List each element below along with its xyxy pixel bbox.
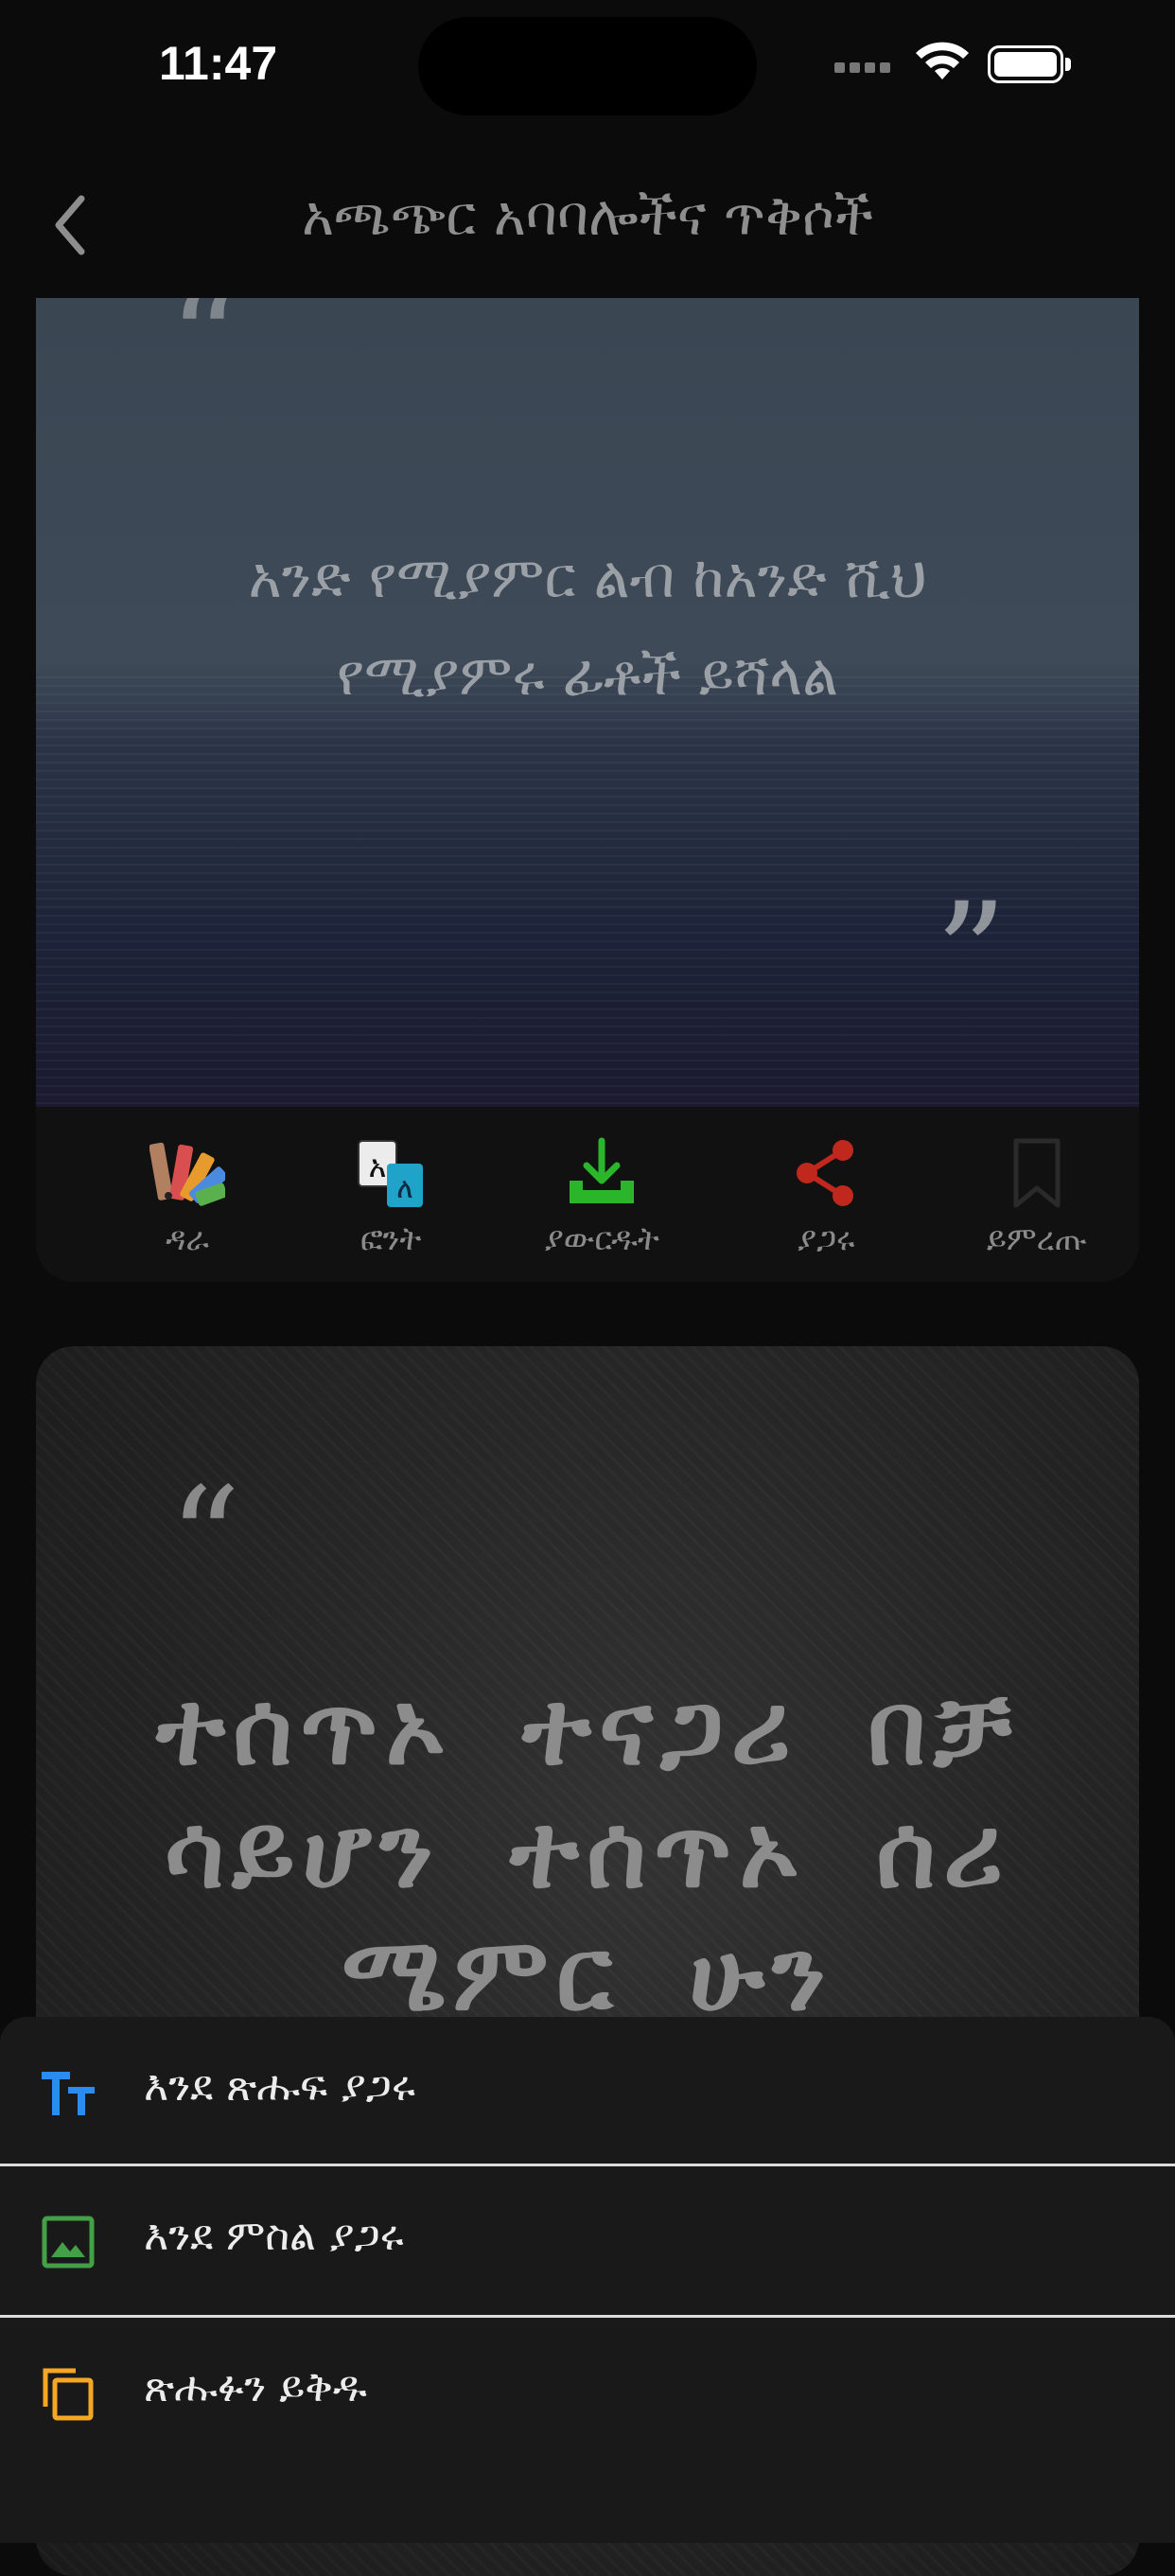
chevron-left-icon <box>55 195 85 255</box>
palette-icon <box>149 1142 225 1206</box>
battery-icon <box>988 45 1071 83</box>
share-as-text-label: እንደ ጽሑፍ ያጋሩ <box>144 2062 415 2111</box>
copy-text-option[interactable]: ጽሑፉን ይቅዱ <box>0 2318 1175 2467</box>
font-button[interactable]: አ ለ ፎንት <box>287 1107 495 1282</box>
background-button[interactable]: ዳራ <box>83 1107 291 1282</box>
quote-text: ተሰጥኦ ተናጋሪ በቻ ሳይሆን ተሰጥኦ ሰሪ ሜምር ሁን <box>93 1668 1082 2037</box>
close-quote-mark: ” <box>935 873 1008 1038</box>
share-as-image-label: እንደ ምስል ያጋሩ <box>144 2212 404 2260</box>
bookmark-icon <box>1013 1138 1061 1208</box>
quote-text-line: አንድ የሚያምር ልብ ከአንድ ሺህ <box>248 545 927 611</box>
download-icon <box>570 1137 634 1203</box>
share-button[interactable]: ያጋሩ <box>722 1107 930 1282</box>
font-label: ፎንት <box>360 1220 422 1258</box>
card-toolbar: ዳራ አ ለ ፎንት ያውርዱት ያጋሩ ይምረጡ <box>36 1107 1139 1282</box>
bookmark-label: ይምረጡ <box>987 1220 1087 1258</box>
share-options-sheet: እንደ ጽሑፍ ያጋሩ እንደ ምስል ያጋሩ ጽሑፉን ይቅዱ <box>0 2017 1175 2543</box>
copy-text-label: ጽሑፉን ይቅዱ <box>144 2363 367 2411</box>
font-icon: አ ለ <box>358 1140 423 1207</box>
share-as-text-option[interactable]: እንደ ጽሑፍ ያጋሩ <box>0 2017 1175 2166</box>
status-time: 11:47 <box>159 37 278 90</box>
page-title: አጫጭር አባባሎችና ጥቅሶች <box>301 184 874 248</box>
open-quote-mark: “ <box>168 1458 241 1622</box>
text-size-icon <box>42 2072 95 2115</box>
share-icon <box>797 1140 853 1206</box>
status-bar: 11:47 <box>0 0 1175 132</box>
copy-icon <box>43 2368 94 2421</box>
share-label: ያጋሩ <box>797 1220 855 1258</box>
quote-text: አንድ የሚያምር ልብ ከአንድ ሺህ የሚያምሩ ፊቶች ይሻላል <box>112 530 1063 725</box>
quote-background-image: “ አንድ የሚያምር ልብ ከአንድ ሺህ የሚያምሩ ፊቶች ይሻላል ” <box>36 298 1139 1107</box>
download-button[interactable]: ያውርዱት <box>498 1107 706 1282</box>
cellular-signal-icon <box>834 59 897 73</box>
open-quote-mark: “ <box>168 298 241 423</box>
svg-text:አ: አ <box>369 1148 387 1184</box>
svg-text:ለ: ለ <box>396 1172 413 1205</box>
navigation-bar: አጫጭር አባባሎችና ጥቅሶች <box>0 161 1175 284</box>
dynamic-island <box>418 17 757 115</box>
quote-text-line: ሳይሆን ተሰጥኦ ሰሪ <box>164 1793 1011 1911</box>
quote-text-line: ተሰጥኦ ተናጋሪ በቻ <box>156 1670 1019 1788</box>
bookmark-button[interactable]: ይምረጡ <box>933 1107 1139 1282</box>
share-as-image-option[interactable]: እንደ ምስል ያጋሩ <box>0 2166 1175 2316</box>
image-icon <box>42 2216 95 2269</box>
quote-text-line: የሚያምሩ ፊቶች ይሻላል <box>336 642 839 709</box>
download-label: ያውርዱት <box>544 1220 659 1258</box>
background-label: ዳራ <box>166 1220 209 1258</box>
back-button[interactable] <box>38 187 104 263</box>
quote-card[interactable]: “ አንድ የሚያምር ልብ ከአንድ ሺህ የሚያምሩ ፊቶች ይሻላል ” … <box>36 298 1139 1282</box>
wifi-icon <box>916 42 969 79</box>
